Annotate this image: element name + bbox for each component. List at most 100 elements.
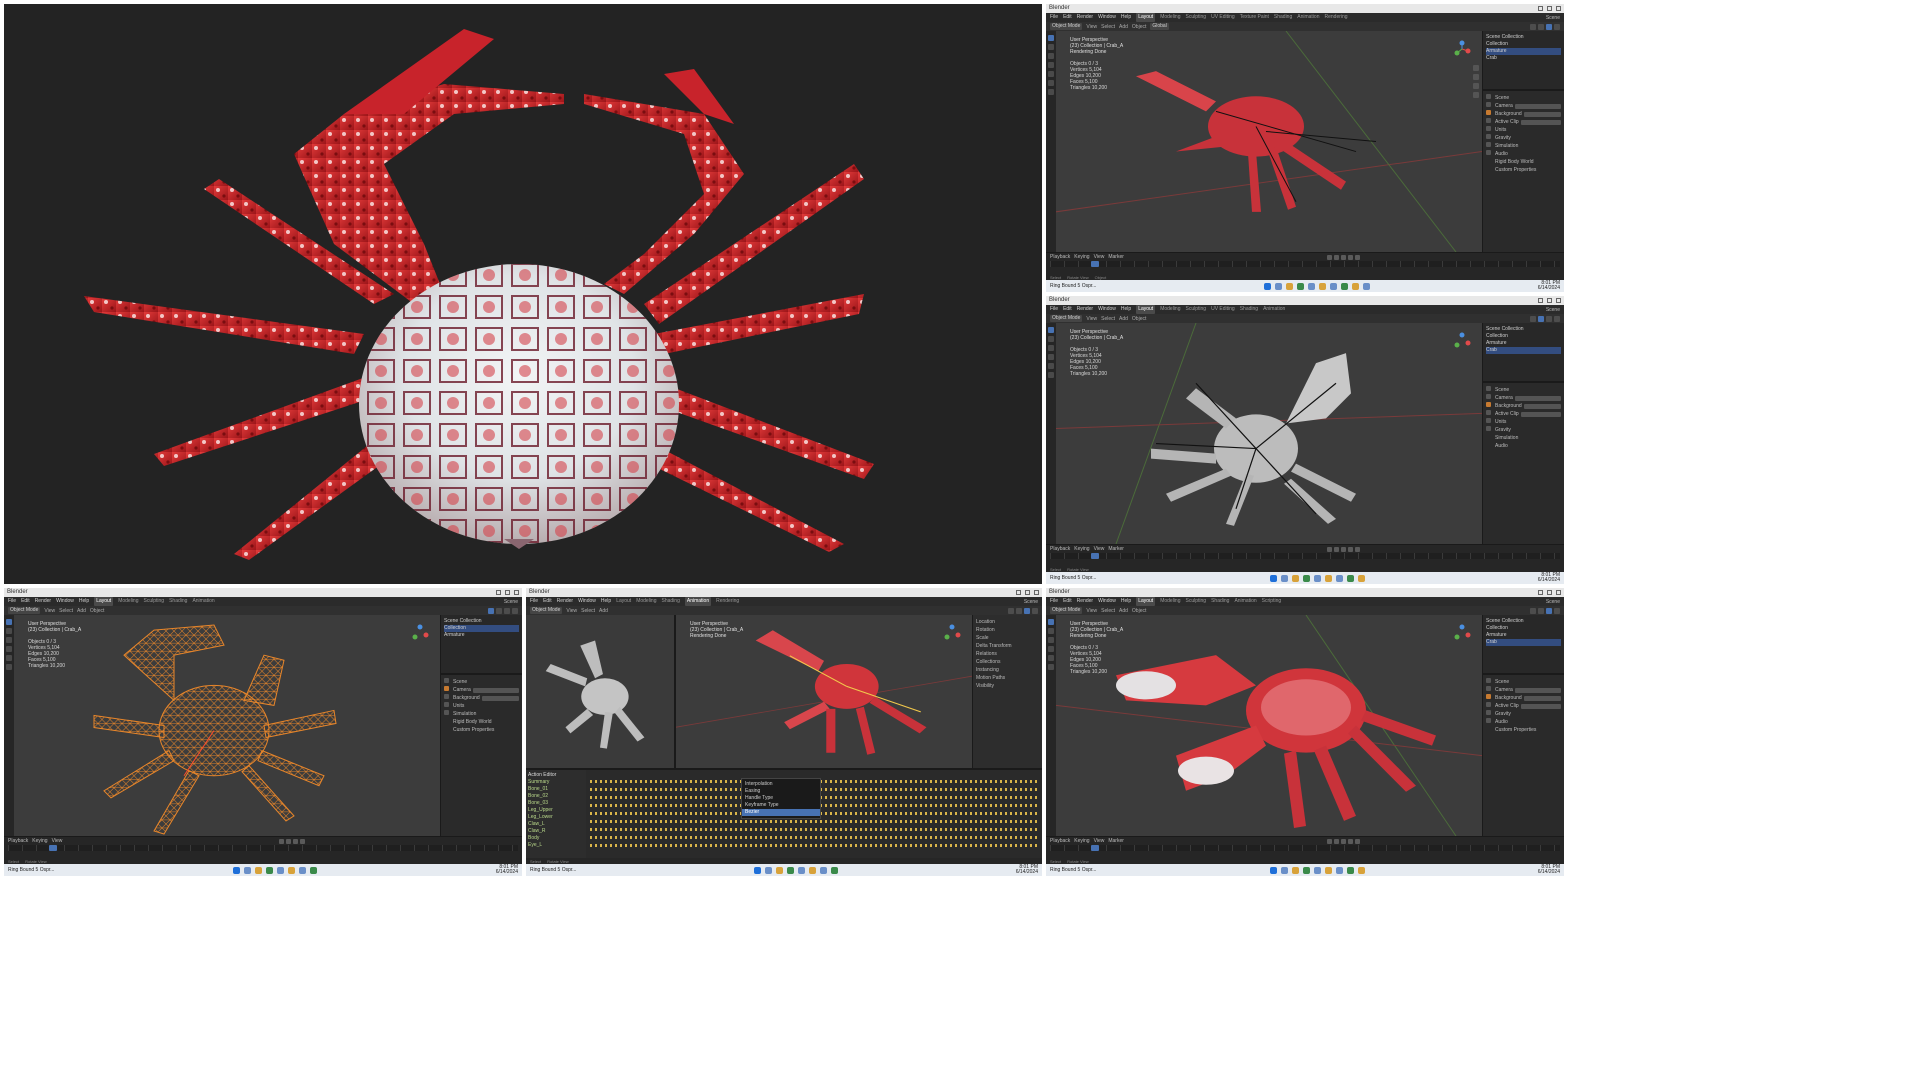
tab-layout[interactable]: Layout bbox=[94, 597, 114, 606]
properties-tabs[interactable] bbox=[1486, 386, 1492, 541]
menu-view[interactable]: View bbox=[1086, 24, 1097, 30]
outliner-row[interactable]: Collection bbox=[1486, 41, 1561, 48]
prop-row[interactable]: Camera bbox=[1495, 102, 1561, 110]
dope-sheet-editor[interactable]: Action Editor Summary Bone_01 Bone_02 Bo… bbox=[526, 768, 1042, 858]
menu-object[interactable]: Object bbox=[90, 608, 104, 614]
properties-panel[interactable]: Scene Camera Background Active Clip Unit… bbox=[1483, 383, 1564, 544]
navigation-gizmo-icon[interactable] bbox=[1452, 331, 1472, 351]
prop-row[interactable]: Active Clip bbox=[1495, 702, 1561, 710]
menu-render[interactable]: Render bbox=[1077, 305, 1093, 314]
playhead[interactable] bbox=[1090, 845, 1099, 851]
prop-row[interactable]: Rotation bbox=[976, 626, 1039, 634]
properties-tabs[interactable] bbox=[444, 678, 450, 833]
taskbar-icons[interactable] bbox=[1269, 866, 1365, 874]
menu-edit[interactable]: Edit bbox=[543, 597, 552, 606]
mode-selector[interactable]: Object Mode bbox=[8, 607, 41, 614]
channel-row[interactable]: Claw_R bbox=[528, 828, 584, 835]
menu-marker[interactable]: Marker bbox=[1108, 254, 1124, 260]
menu-add[interactable]: Add bbox=[1119, 608, 1128, 614]
playhead[interactable] bbox=[1090, 553, 1099, 559]
menu-file[interactable]: File bbox=[1050, 13, 1058, 22]
menu-file[interactable]: File bbox=[1050, 597, 1058, 606]
outliner-row[interactable]: Armature bbox=[444, 632, 519, 639]
outliner-row[interactable]: Scene Collection bbox=[1486, 34, 1561, 41]
menu-help[interactable]: Help bbox=[1121, 305, 1131, 314]
outliner-row[interactable]: Scene Collection bbox=[1486, 618, 1561, 625]
menu-view[interactable]: View bbox=[1094, 254, 1105, 260]
prop-row[interactable]: Custom Properties bbox=[453, 726, 519, 734]
keyframe-row[interactable] bbox=[590, 820, 1038, 823]
tab-scripting[interactable]: Scripting bbox=[1262, 597, 1281, 606]
tab-modeling[interactable]: Modeling bbox=[1160, 305, 1180, 314]
outliner-row[interactable]: Crab bbox=[1486, 639, 1561, 646]
menu-select[interactable]: Select bbox=[1101, 316, 1115, 322]
mode-selector[interactable]: Object Mode bbox=[1050, 23, 1083, 30]
prop-row[interactable]: Rigid Body World bbox=[453, 718, 519, 726]
frame-ruler[interactable] bbox=[8, 845, 518, 851]
properties-panel[interactable]: Scene Camera Background Active Clip Grav… bbox=[1483, 675, 1564, 836]
channel-row[interactable]: Bone_01 bbox=[528, 786, 584, 793]
outliner-panel[interactable]: Scene Collection Collection Armature Cra… bbox=[1483, 615, 1564, 675]
tab-layout[interactable]: Layout bbox=[1136, 597, 1156, 606]
window-controls[interactable] bbox=[496, 590, 519, 595]
menu-add[interactable]: Add bbox=[1119, 24, 1128, 30]
channel-row[interactable]: Summary bbox=[528, 779, 584, 786]
menu-select[interactable]: Select bbox=[1101, 608, 1115, 614]
menu-edit[interactable]: Edit bbox=[1063, 597, 1072, 606]
menu-render[interactable]: Render bbox=[1077, 13, 1093, 22]
frame-ruler[interactable] bbox=[1050, 261, 1560, 267]
menu-window[interactable]: Window bbox=[56, 597, 74, 606]
prop-row[interactable]: Active Clip bbox=[1495, 118, 1561, 126]
tab-sculpting[interactable]: Sculpting bbox=[144, 597, 165, 606]
3d-viewport[interactable]: User Perspective (23) Collection | Crab_… bbox=[1056, 31, 1482, 252]
properties-tabs[interactable] bbox=[1486, 94, 1492, 249]
menu-item[interactable]: Keyframe Type bbox=[742, 802, 820, 809]
mode-selector[interactable]: Object Mode bbox=[1050, 315, 1083, 322]
tab-layout[interactable]: Layout bbox=[1136, 305, 1156, 314]
prop-row[interactable]: Instancing bbox=[976, 666, 1039, 674]
scene-selector[interactable]: Scene bbox=[504, 599, 518, 605]
menu-view[interactable]: View bbox=[1086, 608, 1097, 614]
shading-buttons[interactable] bbox=[488, 607, 518, 614]
prop-row[interactable]: Active Clip bbox=[1495, 410, 1561, 418]
prop-row[interactable]: Background bbox=[453, 694, 519, 702]
timeline-panel[interactable]: Playback Keying View Marker bbox=[1046, 252, 1564, 274]
taskbar-icons[interactable] bbox=[754, 866, 839, 874]
shading-buttons[interactable] bbox=[1530, 607, 1560, 614]
prop-row[interactable]: Scale bbox=[976, 634, 1039, 642]
tab-animation[interactable]: Animation bbox=[192, 597, 214, 606]
menu-keying[interactable]: Keying bbox=[1074, 546, 1089, 552]
menu-playback[interactable]: Playback bbox=[1050, 838, 1070, 844]
tab-modeling[interactable]: Modeling bbox=[1160, 13, 1180, 22]
timeline-panel[interactable]: Playback Keying View Marker bbox=[1046, 836, 1564, 858]
channel-row[interactable]: Bone_02 bbox=[528, 793, 584, 800]
menu-window[interactable]: Window bbox=[578, 597, 596, 606]
playback-controls[interactable] bbox=[1327, 546, 1361, 552]
mode-selector[interactable]: Object Mode bbox=[1050, 607, 1083, 614]
menu-marker[interactable]: Marker bbox=[1108, 838, 1124, 844]
transform-orientation[interactable]: Global bbox=[1150, 23, 1169, 30]
prop-row[interactable]: Relations bbox=[976, 650, 1039, 658]
taskbar-app[interactable]: Ring Bound 5 Ospr... bbox=[1050, 283, 1096, 289]
viewport-nav-buttons[interactable] bbox=[1473, 65, 1479, 98]
menu-window[interactable]: Window bbox=[1098, 597, 1116, 606]
menu-add[interactable]: Add bbox=[77, 608, 86, 614]
tab-layout[interactable]: Layout bbox=[1136, 13, 1156, 22]
menu-help[interactable]: Help bbox=[1121, 13, 1131, 22]
menu-file[interactable]: File bbox=[530, 597, 538, 606]
prop-row[interactable]: Simulation bbox=[453, 710, 519, 718]
playhead[interactable] bbox=[48, 845, 57, 851]
timeline-panel[interactable]: Playback Keying View bbox=[4, 836, 522, 858]
menu-item[interactable]: Easing bbox=[742, 788, 820, 795]
menu-add[interactable]: Add bbox=[599, 608, 608, 614]
menu-view[interactable]: View bbox=[52, 838, 63, 844]
menu-help[interactable]: Help bbox=[601, 597, 611, 606]
channel-row[interactable]: Leg_Lower bbox=[528, 814, 584, 821]
tab-animation[interactable]: Animation bbox=[1263, 305, 1285, 314]
outliner-row[interactable]: Crab bbox=[1486, 55, 1561, 62]
3d-viewport[interactable]: User Perspective (23) Collection | Crab_… bbox=[676, 615, 972, 768]
menu-keying[interactable]: Keying bbox=[1074, 838, 1089, 844]
outliner-panel[interactable]: Scene Collection Collection Armature bbox=[441, 615, 522, 675]
tab-animation[interactable]: Animation bbox=[1234, 597, 1256, 606]
keyframe-area[interactable]: Interpolation Easing Handle Type Keyfram… bbox=[586, 770, 1042, 858]
